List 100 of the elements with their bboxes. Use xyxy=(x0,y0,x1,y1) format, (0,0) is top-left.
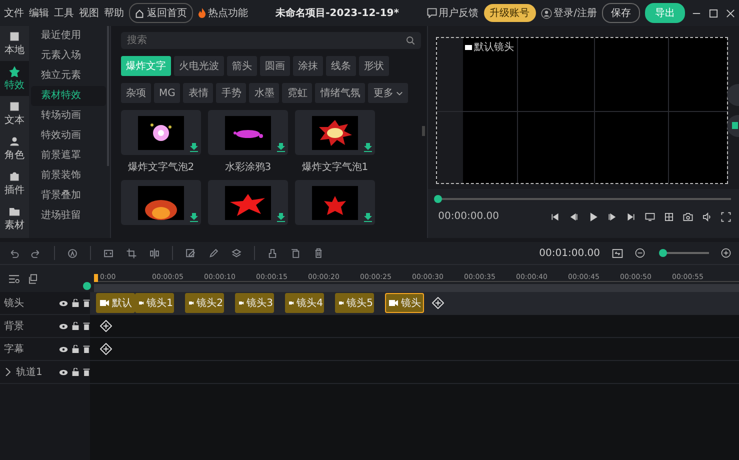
category-item[interactable]: 前景装饰 xyxy=(30,166,106,186)
maximize-icon[interactable] xyxy=(709,8,718,18)
volume-icon[interactable] xyxy=(702,212,712,222)
filter-tag[interactable]: 杂项 xyxy=(120,83,151,103)
menu-item[interactable]: 帮助 xyxy=(104,6,124,20)
lock-icon[interactable] xyxy=(72,299,79,307)
category-item[interactable]: 转场动画 xyxy=(30,106,106,126)
hot-features-link[interactable]: 热点功能 xyxy=(198,6,248,20)
fit-icon[interactable] xyxy=(612,248,623,258)
effect-thumbnail[interactable] xyxy=(120,180,201,225)
filter-tag[interactable]: 线条 xyxy=(326,56,356,76)
play-icon[interactable] xyxy=(588,212,598,222)
home-button[interactable]: 返回首页 xyxy=(129,3,193,23)
effect-thumbnail[interactable] xyxy=(120,110,201,155)
download-icon[interactable] xyxy=(364,143,372,152)
eye-icon[interactable] xyxy=(59,368,68,376)
camera-clip[interactable]: 镜头1 xyxy=(135,293,174,313)
add-track-icon[interactable] xyxy=(28,274,38,284)
download-icon[interactable] xyxy=(276,213,285,222)
track-settings-icon[interactable] xyxy=(8,274,20,284)
save-button[interactable]: 保存 xyxy=(602,3,640,23)
effect-thumbnail[interactable] xyxy=(208,180,288,225)
camera-clip[interactable]: 镜头3 xyxy=(235,293,274,313)
add-keyframe-icon[interactable] xyxy=(432,297,444,309)
lock-icon[interactable] xyxy=(72,322,79,330)
add-keyframe-icon[interactable] xyxy=(100,343,112,355)
lock-icon[interactable] xyxy=(72,345,79,353)
filter-tag[interactable]: 更多 xyxy=(368,83,408,103)
screen-icon[interactable] xyxy=(645,212,655,222)
filter-tag[interactable]: 圆画 xyxy=(260,56,290,76)
sidebar-tab[interactable]: 角色 xyxy=(0,131,29,166)
camera-clip[interactable]: 镜头4 xyxy=(285,293,324,313)
layers-icon[interactable] xyxy=(231,248,242,258)
brush-icon[interactable] xyxy=(267,248,278,258)
crop-icon[interactable] xyxy=(126,248,137,258)
category-item[interactable]: 进场驻留 xyxy=(30,206,106,226)
add-keyframe-icon[interactable] xyxy=(100,320,112,332)
category-item[interactable]: 最近使用 xyxy=(30,26,106,46)
filter-tag[interactable]: 箭头 xyxy=(226,56,257,76)
menu-item[interactable]: 工具 xyxy=(54,6,74,20)
category-item[interactable]: 前景遮罩 xyxy=(30,146,106,166)
eye-icon[interactable] xyxy=(59,346,68,352)
effect-thumbnail[interactable] xyxy=(294,110,375,155)
zoom-in-icon[interactable] xyxy=(721,248,731,258)
trash-icon[interactable] xyxy=(83,299,90,307)
grid-icon[interactable] xyxy=(664,212,674,222)
step-forward-icon[interactable] xyxy=(607,212,617,222)
filter-tag[interactable]: 涂抹 xyxy=(292,56,323,76)
category-item[interactable]: 元素入场 xyxy=(30,46,106,66)
sidebar-tab[interactable]: 插件 xyxy=(0,166,29,201)
filter-tag[interactable]: 情绪气氛 xyxy=(315,83,366,103)
sidebar-tab[interactable]: 素材 xyxy=(0,201,29,236)
camera-clip[interactable]: 默认 xyxy=(96,293,135,313)
trash-icon[interactable] xyxy=(83,345,90,353)
category-item[interactable]: 独立元素 xyxy=(30,66,106,86)
redo-icon[interactable] xyxy=(31,248,42,258)
download-icon[interactable] xyxy=(190,213,198,222)
trash-icon[interactable] xyxy=(83,368,90,376)
step-back-icon[interactable] xyxy=(569,212,579,222)
download-icon[interactable] xyxy=(364,213,372,222)
playhead-handle[interactable] xyxy=(83,282,91,290)
eye-icon[interactable] xyxy=(59,300,68,306)
menu-item[interactable]: 编辑 xyxy=(29,6,49,20)
image-edit-icon[interactable] xyxy=(185,248,196,258)
camera-icon[interactable] xyxy=(683,212,693,222)
copy-icon[interactable] xyxy=(290,248,301,258)
camera-clip[interactable]: 镜头2 xyxy=(185,293,224,313)
filter-tag[interactable]: 形状 xyxy=(358,56,389,76)
sidebar-tab[interactable]: 特效 xyxy=(0,61,29,96)
category-item[interactable]: 素材特效 xyxy=(30,86,106,106)
effect-thumbnail[interactable] xyxy=(208,110,288,155)
zoom-out-icon[interactable] xyxy=(635,248,645,258)
skip-start-icon[interactable] xyxy=(550,212,560,222)
camera-clip[interactable]: 镜头 xyxy=(385,293,424,313)
upgrade-button[interactable]: 升级账号 xyxy=(484,4,536,22)
menu-item[interactable]: 文件 xyxy=(4,6,24,20)
frame-icon[interactable] xyxy=(103,248,114,258)
camera-clip[interactable]: 镜头5 xyxy=(335,293,374,313)
sidebar-tab[interactable]: 本地 xyxy=(0,26,29,61)
login-link[interactable]: 登录/注册 xyxy=(540,6,597,20)
download-icon[interactable] xyxy=(190,143,198,152)
mirror-icon[interactable] xyxy=(149,248,160,258)
pencil-icon[interactable] xyxy=(208,248,219,258)
eye-icon[interactable] xyxy=(59,322,68,330)
filter-tag[interactable]: 火电光波 xyxy=(174,56,224,76)
stamp-icon[interactable] xyxy=(67,248,78,258)
menu-item[interactable]: 视图 xyxy=(79,6,99,20)
search-field[interactable]: 搜索 xyxy=(120,32,422,49)
sidebar-tab[interactable]: 文本 xyxy=(0,96,29,131)
filter-tag[interactable]: 水墨 xyxy=(249,83,280,103)
skip-end-icon[interactable] xyxy=(626,212,636,222)
effect-thumbnail[interactable] xyxy=(294,180,375,225)
close-icon[interactable] xyxy=(726,8,735,18)
chevron-icon[interactable] xyxy=(4,368,12,376)
category-item[interactable]: 特效动画 xyxy=(30,126,106,146)
filter-tag[interactable]: MG xyxy=(154,83,180,103)
undo-icon[interactable] xyxy=(8,248,19,258)
trash-icon[interactable] xyxy=(313,248,324,258)
feedback-link[interactable]: 用户反馈 xyxy=(426,6,479,20)
download-icon[interactable] xyxy=(276,143,285,152)
